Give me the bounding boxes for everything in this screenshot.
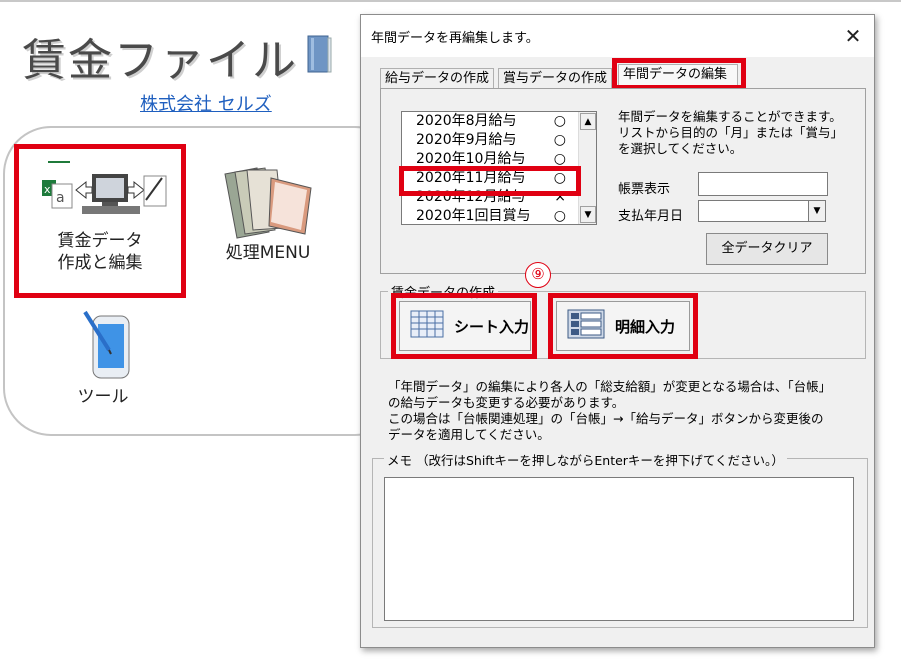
close-icon[interactable]: ✕: [840, 23, 866, 49]
note-text: 「年間データ」の編集により各人の「総支給額」が変更となる場合は、「台帳」 の給与…: [388, 379, 832, 442]
highlight-list-item: [399, 166, 581, 196]
paydate-label: 支払年月日: [618, 209, 684, 224]
highlight-sheet-button: [391, 293, 537, 359]
tab-salary-data[interactable]: 給与データの作成: [380, 68, 495, 88]
list-item[interactable]: 2020年8月給与 ○: [402, 112, 596, 131]
menu-label: ツール: [77, 387, 129, 407]
highlight-tab-annual: [612, 58, 746, 90]
list-item[interactable]: 2020年1回目賞与 ○: [402, 207, 596, 224]
binder-icon: [306, 34, 332, 74]
menu-item-process-menu[interactable]: 処理MENU: [208, 162, 328, 264]
books-icon: [208, 162, 328, 242]
window-top-border: [0, 0, 901, 2]
memo-label: メモ （改行はShiftキーを押しながらEnterキーを押下げてください。）: [384, 450, 787, 469]
list-item[interactable]: 2020年9月給与 ○: [402, 131, 596, 150]
dialog-titlebar: 年間データを再編集します。 ✕: [361, 15, 874, 57]
chevron-down-icon[interactable]: ▼: [808, 201, 825, 221]
step-number-badge: ⑨: [525, 262, 551, 288]
scroll-down-icon[interactable]: ▼: [580, 206, 596, 223]
scroll-up-icon[interactable]: ▲: [580, 113, 596, 130]
clear-all-button[interactable]: 全データクリア: [706, 233, 828, 265]
company-link[interactable]: 株式会社 セルズ: [140, 90, 272, 116]
help-text: 年間データを編集することができます。 リストから目的の「月」または「賞与」 を選…: [618, 109, 844, 156]
tab-bonus-data[interactable]: 賞与データの作成: [498, 68, 613, 88]
paydate-combo[interactable]: ▼: [698, 200, 826, 222]
menu-item-tools[interactable]: ツール: [48, 306, 158, 408]
memo-textarea[interactable]: [384, 477, 854, 621]
tablet-pen-icon: [48, 306, 158, 386]
dialog-title: 年間データを再編集します。: [371, 31, 539, 46]
app-title: 賃金ファイル: [22, 35, 298, 86]
highlight-detail-button: [548, 293, 698, 359]
menu-label: 処理MENU: [225, 243, 311, 263]
ledger-input[interactable]: [698, 172, 828, 196]
ledger-label: 帳票表示: [618, 182, 671, 197]
highlight-menu-wage-data: [14, 144, 186, 298]
